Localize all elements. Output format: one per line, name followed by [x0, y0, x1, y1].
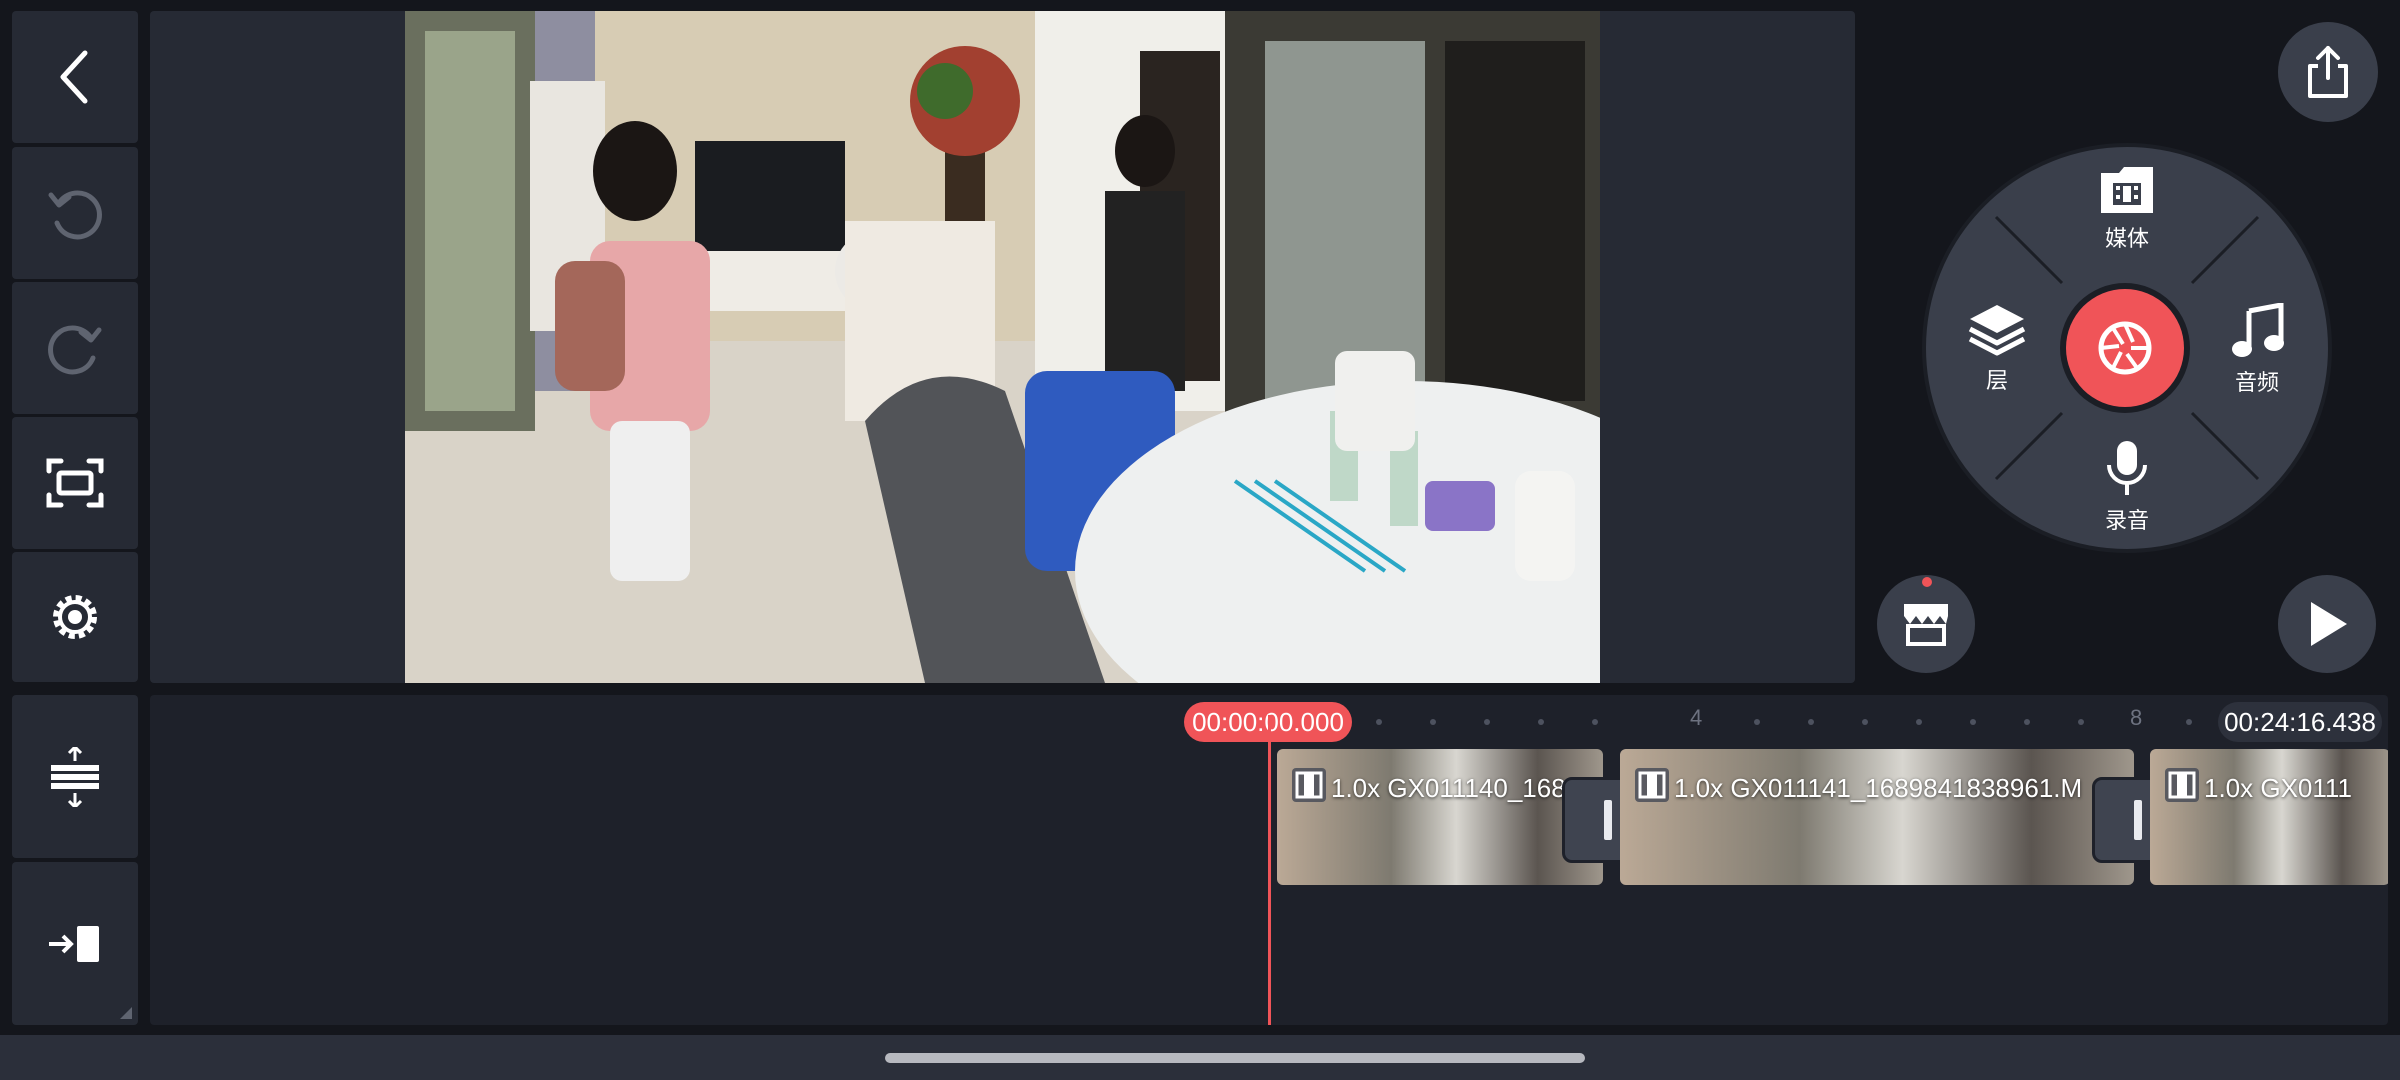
home-indicator[interactable] — [885, 1053, 1585, 1063]
microphone-icon — [2107, 441, 2147, 495]
expand-timeline-button[interactable] — [12, 695, 138, 858]
clip-label: 1.0x GX0111 — [2204, 773, 2352, 803]
total-duration-badge: 00:24:16.438 — [2218, 702, 2382, 742]
playhead[interactable] — [1268, 715, 1271, 1025]
music-note-icon — [2232, 303, 2284, 357]
record-capture-button[interactable] — [2060, 283, 2190, 413]
asset-store-button[interactable] — [1877, 575, 1975, 673]
film-icon — [1292, 768, 1326, 802]
audio-label: 音频 — [2234, 370, 2279, 395]
media-label: 媒体 — [2104, 226, 2149, 251]
ruler-dot — [1484, 719, 1490, 725]
ruler-dot — [2024, 719, 2030, 725]
store-icon — [1904, 604, 1948, 646]
clip-label: 1.0x GX011141_1689841838961.M — [1674, 773, 2083, 803]
settings-button[interactable] — [12, 552, 138, 682]
ruler-dot — [2078, 719, 2084, 725]
video-clip[interactable]: 1.0x GX011140_168 — [1277, 749, 1603, 885]
audio-button[interactable]: 音频 — [2222, 303, 2292, 397]
media-button[interactable]: 媒体 — [2096, 165, 2158, 253]
ruler-label: 4 — [1690, 705, 1703, 730]
jump-to-end-button[interactable] — [12, 862, 138, 1025]
clip-label: 1.0x GX011140_168 — [1331, 773, 1566, 803]
ruler-dot — [1970, 719, 1976, 725]
ruler-label: 8 — [2130, 705, 2143, 730]
video-clip[interactable]: 1.0x GX0111 — [2150, 749, 2388, 885]
ruler-dot — [1376, 719, 1382, 725]
ruler-dot — [1754, 719, 1760, 725]
fullscreen-capture-icon — [46, 458, 104, 508]
voiceover-label: 录音 — [2104, 508, 2149, 533]
notification-dot — [1922, 577, 1932, 587]
ruler-dot — [1862, 719, 1868, 725]
fullscreen-button[interactable] — [12, 417, 138, 549]
video-clip[interactable]: 1.0x GX011141_1689841838961.M — [1620, 749, 2134, 885]
expand-vertical-icon — [51, 746, 99, 807]
ruler-dot — [1592, 719, 1598, 725]
folder-film-icon — [2101, 167, 2153, 213]
play-icon — [2311, 602, 2347, 646]
ruler-dot — [1916, 719, 1922, 725]
back-button[interactable] — [12, 11, 138, 143]
layer-label: 层 — [1985, 368, 2008, 393]
voiceover-button[interactable]: 录音 — [2094, 439, 2160, 535]
redo-icon — [48, 325, 102, 375]
undo-icon — [48, 190, 102, 240]
gear-icon — [53, 595, 97, 639]
timeline-panel[interactable]: 4 8 00:00:00.000 00:24:16.438 1.0x GX011… — [150, 695, 2388, 1025]
layers-icon — [1968, 305, 2026, 356]
camera-shutter-icon — [2098, 321, 2152, 375]
film-icon — [1635, 768, 1669, 802]
share-button[interactable] — [2278, 22, 2378, 122]
layer-button[interactable]: 层 — [1962, 303, 2032, 395]
film-icon — [2165, 768, 2199, 802]
preview-panel[interactable] — [150, 11, 1855, 683]
redo-button[interactable] — [12, 282, 138, 414]
video-frame-image — [405, 11, 1600, 683]
ruler-dot — [2186, 719, 2192, 725]
ruler-dot — [1430, 719, 1436, 725]
ruler-dot — [1538, 719, 1544, 725]
ruler-dot — [1808, 719, 1814, 725]
video-preview — [405, 11, 1600, 683]
jump-to-end-icon — [49, 925, 99, 962]
undo-button[interactable] — [12, 147, 138, 279]
play-button[interactable] — [2278, 575, 2376, 673]
chevron-left-icon — [60, 50, 88, 104]
share-icon — [2308, 46, 2348, 98]
resize-corner-icon — [120, 1007, 132, 1019]
